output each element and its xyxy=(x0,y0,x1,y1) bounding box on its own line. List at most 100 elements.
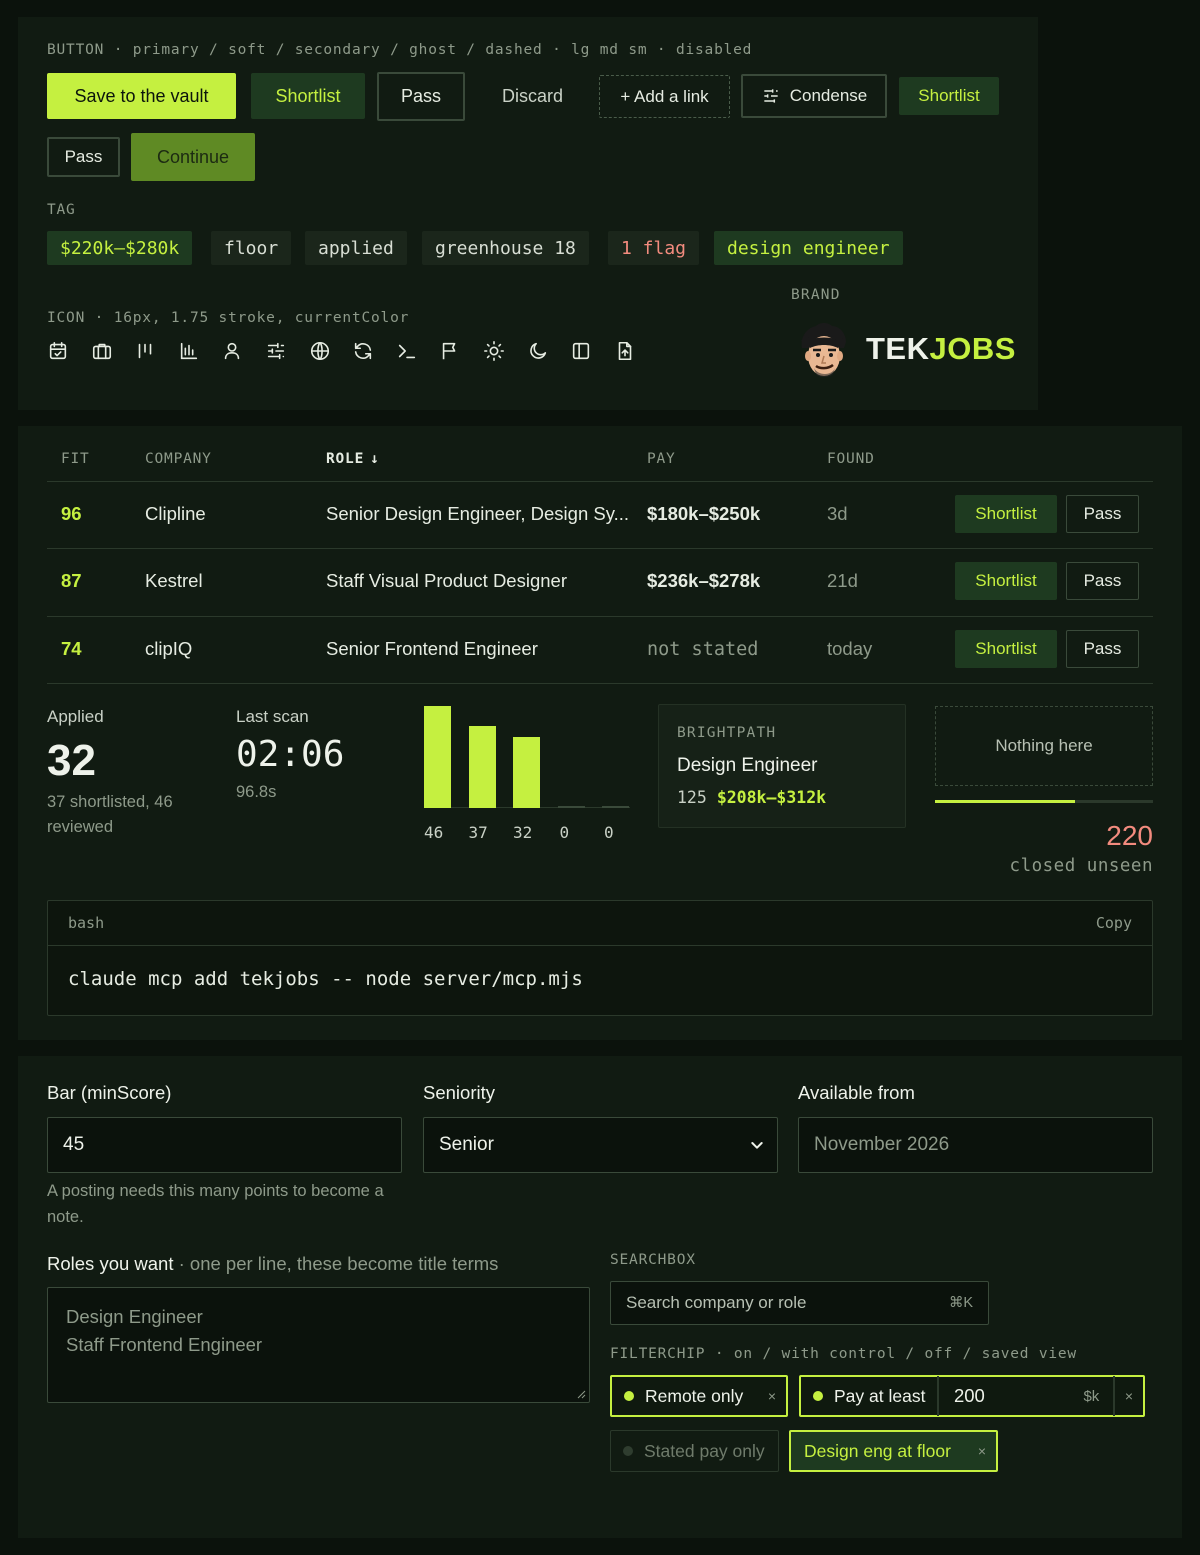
roles-line: Staff Frontend Engineer xyxy=(66,1334,263,1355)
brand-wordmark: TEK JOBS xyxy=(866,331,1016,367)
chevron-down-icon xyxy=(751,1142,763,1149)
search-input[interactable]: Search company or role ⌘K xyxy=(610,1281,989,1325)
save-to-vault-button[interactable]: Save to the vault xyxy=(47,73,236,119)
row-pass-button[interactable]: Pass xyxy=(1066,562,1139,600)
close-icon[interactable]: × xyxy=(968,1443,996,1459)
pass-small-button[interactable]: Pass xyxy=(47,137,120,177)
panel-icon xyxy=(572,342,590,360)
close-icon[interactable]: × xyxy=(1115,1388,1143,1404)
roles-label: Roles you want · one per line, these bec… xyxy=(47,1253,498,1275)
bar-minscore-label: Bar (minScore) xyxy=(47,1082,172,1103)
company-name: clipIQ xyxy=(145,638,193,659)
seniority-label: Seniority xyxy=(423,1082,495,1103)
row-divider xyxy=(47,683,1153,684)
tag-pay: $220k–$280k xyxy=(47,231,193,265)
closed-unseen-count: 220 xyxy=(1106,820,1153,851)
chip-label: Remote only xyxy=(645,1385,744,1406)
roles-textarea[interactable]: Design Engineer Staff Frontend Engineer xyxy=(47,1287,590,1403)
funnel-bar xyxy=(557,806,585,808)
condense-button[interactable]: Condense xyxy=(741,74,887,118)
available-from-input[interactable]: November 2026 xyxy=(798,1117,1153,1173)
globe-icon xyxy=(310,341,329,361)
seniority-value: Senior xyxy=(439,1134,494,1155)
flag-icon xyxy=(443,342,456,360)
filter-chip-pay[interactable]: Pay at least 200 $k × xyxy=(799,1375,1145,1417)
dashboard-panel: FIT COMPANY ROLE ↓ PAY FOUND 96 Clipline… xyxy=(18,426,1182,1040)
copy-button[interactable]: Copy xyxy=(1096,914,1132,932)
column-header-fit[interactable]: FIT xyxy=(61,451,90,467)
job-card[interactable]: BRIGHTPATH Design Engineer 125 $208k–$31… xyxy=(658,704,906,828)
tag-design-engineer: design engineer xyxy=(714,231,903,265)
row-shortlist-button[interactable]: Shortlist xyxy=(955,495,1057,533)
progress-fill xyxy=(935,800,1075,803)
funnel-bar-label: 0 xyxy=(559,823,570,842)
funnel-bar xyxy=(468,725,496,808)
row-divider xyxy=(47,548,1153,549)
pay-range: $180k–$250k xyxy=(647,503,761,524)
filter-chip-saved-view[interactable]: Design eng at floor × xyxy=(789,1430,998,1472)
row-divider xyxy=(47,616,1153,617)
funnel-bar-label: 37 xyxy=(468,823,488,842)
shortlist-small-button[interactable]: Shortlist xyxy=(899,77,999,115)
bar-minscore-help: A posting needs this many points to beco… xyxy=(47,1182,384,1226)
user-icon xyxy=(225,342,240,360)
applied-label: Applied xyxy=(47,707,104,726)
column-header-company[interactable]: COMPANY xyxy=(145,451,212,467)
row-shortlist-button[interactable]: Shortlist xyxy=(955,562,1057,600)
row-shortlist-button[interactable]: Shortlist xyxy=(955,630,1057,668)
refresh-icon xyxy=(355,342,372,360)
funnel-bar xyxy=(513,737,540,808)
pay-range: $236k–$278k xyxy=(647,570,761,591)
pay-floor-input[interactable]: 200 xyxy=(939,1385,1084,1407)
column-header-pay[interactable]: PAY xyxy=(647,451,676,467)
job-card-meta: 125 $208k–$312k xyxy=(677,788,826,807)
funnel-bar-label: 46 xyxy=(424,823,444,842)
close-icon[interactable]: × xyxy=(758,1388,786,1404)
discard-ghost-button[interactable]: Discard xyxy=(483,73,582,119)
sun-icon xyxy=(483,341,504,361)
search-placeholder: Search company or role xyxy=(626,1293,807,1312)
resize-grip-icon[interactable] xyxy=(576,1389,586,1399)
avatar-logo-icon xyxy=(801,323,846,377)
sliders-icon xyxy=(267,342,285,360)
role-title: Senior Frontend Engineer xyxy=(326,638,538,659)
tag-applied: applied xyxy=(305,231,407,265)
fit-score: 74 xyxy=(61,638,82,659)
keyboard-shortcut: ⌘K xyxy=(948,1295,973,1311)
brand-word-part1: TEK xyxy=(866,331,930,366)
last-scan-duration: 96.8s xyxy=(236,783,277,801)
briefcase-icon xyxy=(92,343,111,360)
company-name: Clipline xyxy=(145,503,206,524)
progress-bar xyxy=(935,800,1153,803)
column-header-found[interactable]: FOUND xyxy=(827,451,875,467)
column-header-role[interactable]: ROLE ↓ xyxy=(326,451,380,467)
funnel-bar-label: 32 xyxy=(513,823,533,842)
header-divider xyxy=(47,481,1153,482)
pay-range: not stated xyxy=(647,639,759,660)
last-scan-label: Last scan xyxy=(236,707,309,726)
row-pass-button[interactable]: Pass xyxy=(1066,495,1139,533)
seniority-select[interactable]: Senior xyxy=(423,1117,778,1173)
add-link-dashed-button[interactable]: + Add a link xyxy=(599,75,730,118)
columns-icon xyxy=(138,343,152,359)
funnel-bar-chart xyxy=(424,702,630,808)
roles-label-text: Roles you want xyxy=(47,1253,174,1274)
pay-unit: $k xyxy=(1083,1387,1100,1405)
shortlist-soft-button[interactable]: Shortlist xyxy=(251,73,365,119)
tag-flag: 1 flag xyxy=(608,231,700,265)
terminal-icon xyxy=(398,344,415,359)
code-command: claude mcp add tekjobs -- node server/mc… xyxy=(68,968,583,990)
company-name: Kestrel xyxy=(145,570,203,591)
row-pass-button[interactable]: Pass xyxy=(1066,630,1139,668)
column-header-role-label: ROLE xyxy=(326,451,365,467)
filter-chip-remote[interactable]: Remote only × xyxy=(610,1375,788,1417)
funnel-bar xyxy=(424,706,451,808)
last-scan-time: 02:06 xyxy=(236,734,345,775)
bar-minscore-input[interactable]: 45 xyxy=(47,1117,402,1173)
found-age: 3d xyxy=(827,503,848,524)
pass-secondary-button[interactable]: Pass xyxy=(377,72,465,121)
filter-chip-stated-pay[interactable]: Stated pay only xyxy=(610,1430,779,1472)
chip-label: Design eng at floor xyxy=(804,1440,951,1461)
chip-inactive-dot xyxy=(623,1446,633,1456)
code-language: bash xyxy=(68,914,105,932)
